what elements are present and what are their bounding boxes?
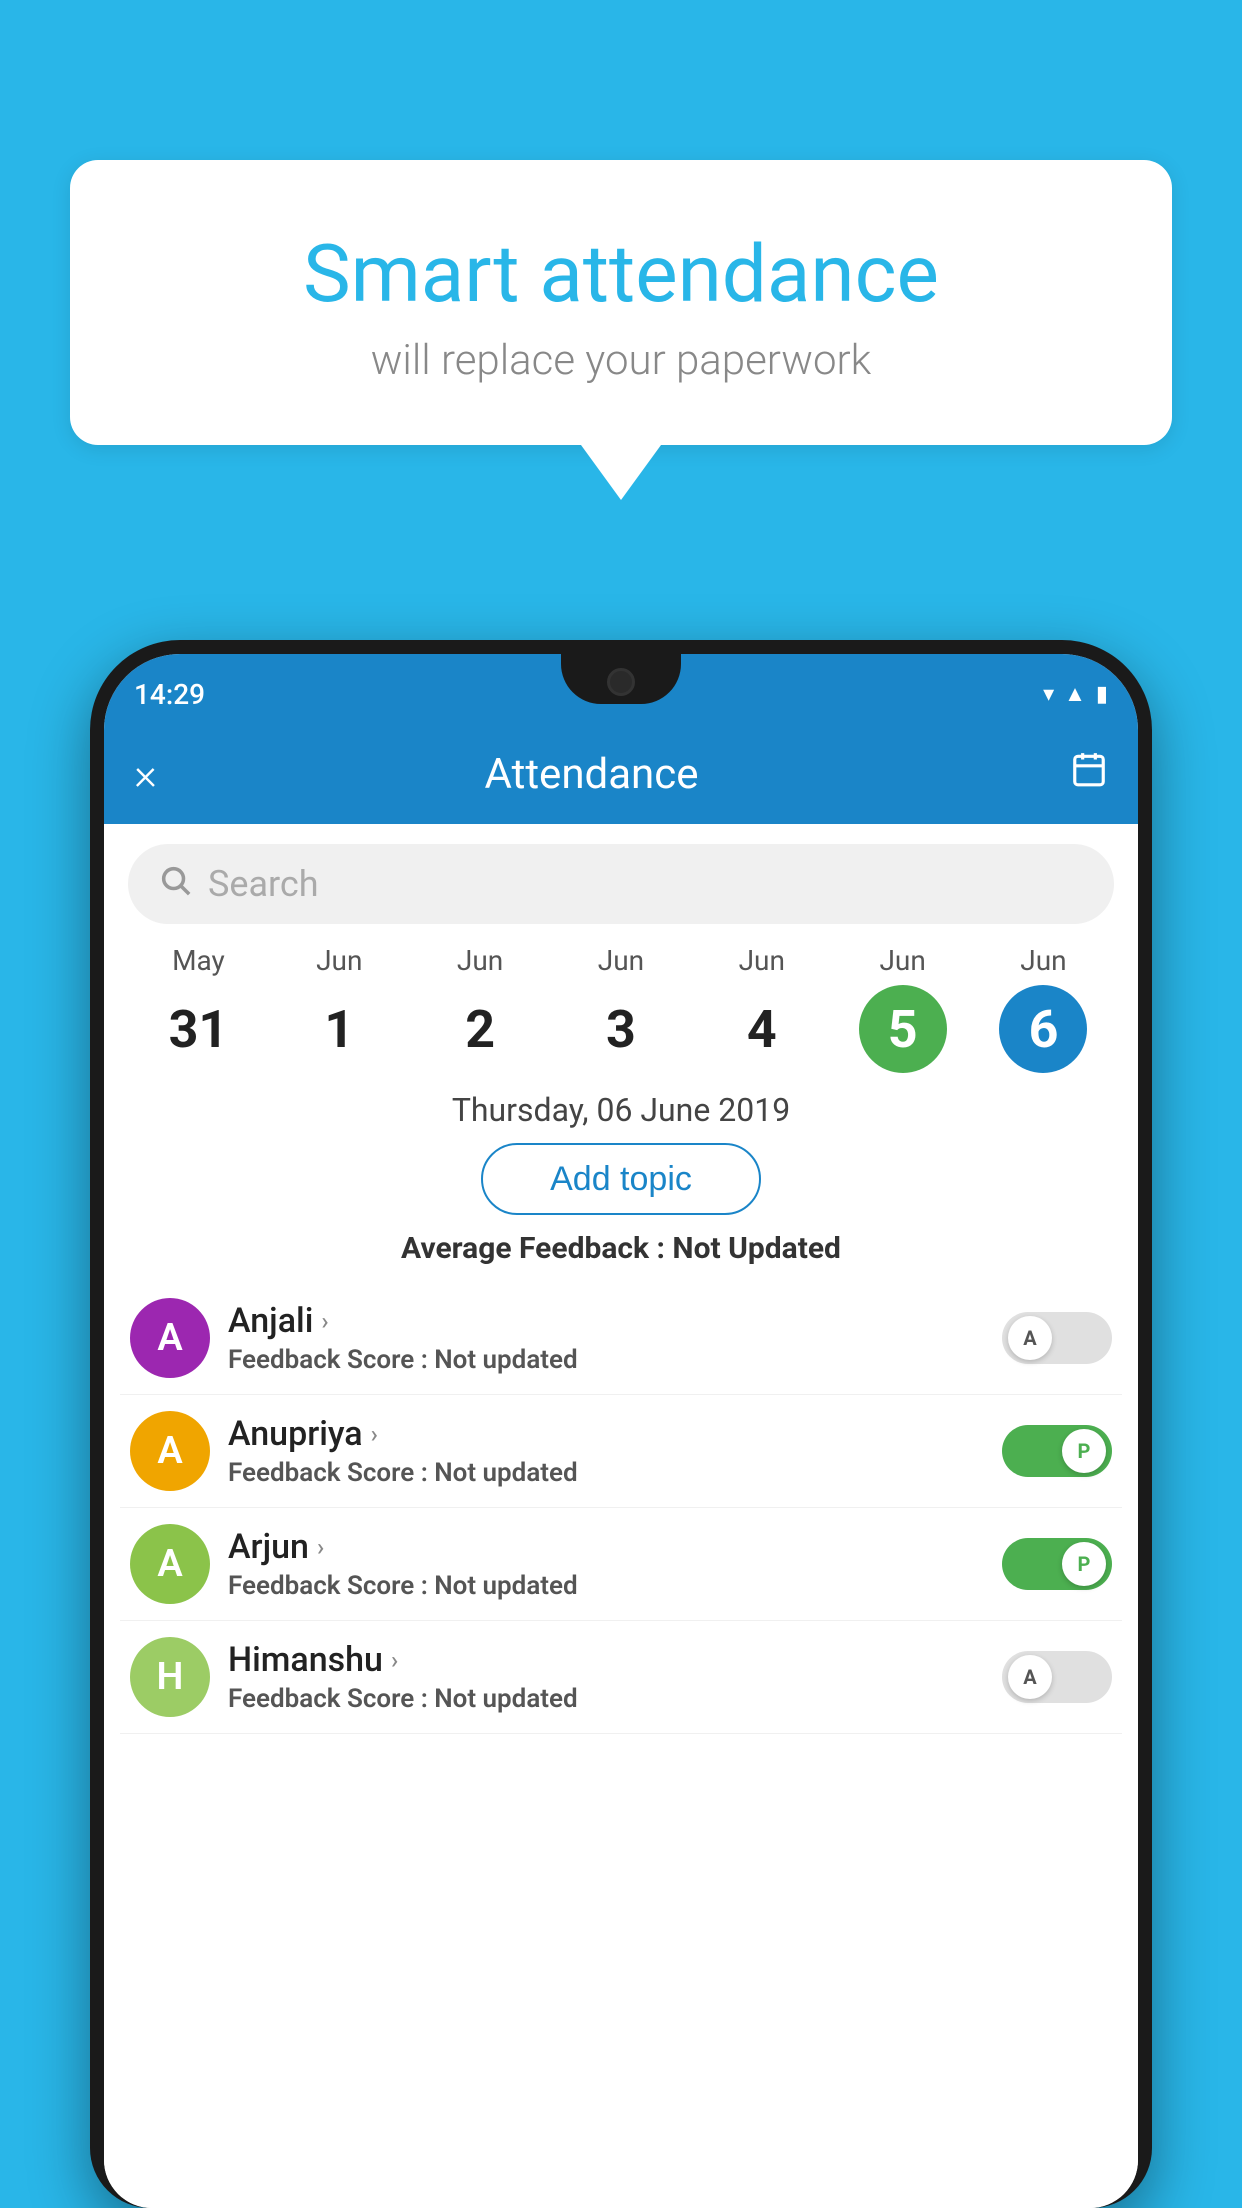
- cal-date-3: 3: [577, 985, 665, 1073]
- calendar-icon[interactable]: [1070, 750, 1108, 798]
- cal-day-0[interactable]: May 31: [143, 944, 253, 1073]
- content-area: Search May 31 Jun 1 Jun 2 Jun 3: [104, 824, 1138, 2208]
- avatar: A: [130, 1411, 210, 1491]
- student-feedback: Feedback Score : Not updated: [228, 1684, 984, 1714]
- cal-month-0: May: [172, 944, 225, 977]
- cal-day-1[interactable]: Jun 1: [284, 944, 394, 1073]
- calendar-strip: May 31 Jun 1 Jun 2 Jun 3 Jun 4: [104, 934, 1138, 1073]
- selected-date: Thursday, 06 June 2019: [104, 1091, 1138, 1129]
- phone-frame: 14:29 ▾ ▲ ▮ × Attendance Search: [90, 640, 1152, 2208]
- cal-day-6[interactable]: Jun 6: [988, 944, 1098, 1073]
- cal-date-1: 1: [295, 985, 383, 1073]
- avatar: A: [130, 1524, 210, 1604]
- attendance-toggle[interactable]: A: [1002, 1651, 1112, 1703]
- chevron-right-icon: ›: [371, 1420, 378, 1448]
- cal-date-6: 6: [999, 985, 1087, 1073]
- cal-month-3: Jun: [598, 944, 644, 977]
- student-info: Anjali › Feedback Score : Not updated: [228, 1301, 984, 1375]
- cal-date-5: 5: [859, 985, 947, 1073]
- toggle-knob: A: [1008, 1316, 1052, 1360]
- toggle-knob: A: [1008, 1655, 1052, 1699]
- student-feedback: Feedback Score : Not updated: [228, 1458, 984, 1488]
- avg-feedback: Average Feedback : Not Updated: [104, 1231, 1138, 1266]
- attendance-toggle[interactable]: P: [1002, 1425, 1112, 1477]
- cal-month-5: Jun: [879, 944, 925, 977]
- chevron-right-icon: ›: [321, 1307, 328, 1335]
- attendance-toggle[interactable]: P: [1002, 1538, 1112, 1590]
- phone-inner: 14:29 ▾ ▲ ▮ × Attendance Search: [104, 654, 1138, 2208]
- avg-feedback-value: Not Updated: [672, 1231, 841, 1266]
- wifi-icon: ▾: [1043, 682, 1054, 707]
- student-name: Anupriya ›: [228, 1414, 984, 1454]
- speech-bubble: Smart attendance will replace your paper…: [70, 160, 1172, 445]
- speech-bubble-container: Smart attendance will replace your paper…: [70, 160, 1172, 500]
- list-item[interactable]: A Anupriya › Feedback Score : Not update…: [120, 1395, 1122, 1508]
- battery-icon: ▮: [1096, 682, 1108, 707]
- search-bar[interactable]: Search: [128, 844, 1114, 924]
- close-button[interactable]: ×: [134, 748, 157, 800]
- cal-day-4[interactable]: Jun 4: [707, 944, 817, 1073]
- cal-day-3[interactable]: Jun 3: [566, 944, 676, 1073]
- chevron-right-icon: ›: [317, 1533, 324, 1561]
- front-camera: [607, 668, 635, 696]
- student-feedback: Feedback Score : Not updated: [228, 1345, 984, 1375]
- cal-month-6: Jun: [1020, 944, 1066, 977]
- app-bar: × Attendance: [104, 724, 1138, 824]
- student-info: Anupriya › Feedback Score : Not updated: [228, 1414, 984, 1488]
- bubble-subtitle: will replace your paperwork: [130, 336, 1112, 385]
- list-item[interactable]: A Anjali › Feedback Score : Not updated …: [120, 1282, 1122, 1395]
- student-info: Himanshu › Feedback Score : Not updated: [228, 1640, 984, 1714]
- avatar: H: [130, 1637, 210, 1717]
- student-feedback: Feedback Score : Not updated: [228, 1571, 984, 1601]
- cal-date-0: 31: [154, 985, 242, 1073]
- cal-day-5[interactable]: Jun 5: [848, 944, 958, 1073]
- add-topic-button[interactable]: Add topic: [481, 1143, 761, 1215]
- list-item[interactable]: H Himanshu › Feedback Score : Not update…: [120, 1621, 1122, 1734]
- cal-date-2: 2: [436, 985, 524, 1073]
- student-name: Arjun ›: [228, 1527, 984, 1567]
- student-info: Arjun › Feedback Score : Not updated: [228, 1527, 984, 1601]
- status-time: 14:29: [134, 668, 205, 711]
- chevron-right-icon: ›: [391, 1646, 398, 1674]
- signal-icon: ▲: [1064, 681, 1086, 707]
- avg-feedback-label: Average Feedback :: [401, 1231, 665, 1266]
- toggle-knob: P: [1062, 1542, 1106, 1586]
- search-icon: [158, 863, 192, 906]
- student-name: Anjali ›: [228, 1301, 984, 1341]
- avatar: A: [130, 1298, 210, 1378]
- list-item[interactable]: A Arjun › Feedback Score : Not updated P: [120, 1508, 1122, 1621]
- toggle-knob: P: [1062, 1429, 1106, 1473]
- student-name: Himanshu ›: [228, 1640, 984, 1680]
- cal-day-2[interactable]: Jun 2: [425, 944, 535, 1073]
- attendance-toggle[interactable]: A: [1002, 1312, 1112, 1364]
- phone-notch: [561, 654, 681, 704]
- bubble-title: Smart attendance: [130, 230, 1112, 318]
- cal-date-4: 4: [718, 985, 806, 1073]
- cal-month-2: Jun: [457, 944, 503, 977]
- app-bar-title: Attendance: [157, 750, 1026, 799]
- cal-month-4: Jun: [739, 944, 785, 977]
- student-list: A Anjali › Feedback Score : Not updated …: [104, 1282, 1138, 1734]
- search-placeholder: Search: [208, 863, 319, 905]
- status-icons: ▾ ▲ ▮: [1043, 671, 1108, 707]
- cal-month-1: Jun: [316, 944, 362, 977]
- speech-bubble-tail: [581, 445, 661, 500]
